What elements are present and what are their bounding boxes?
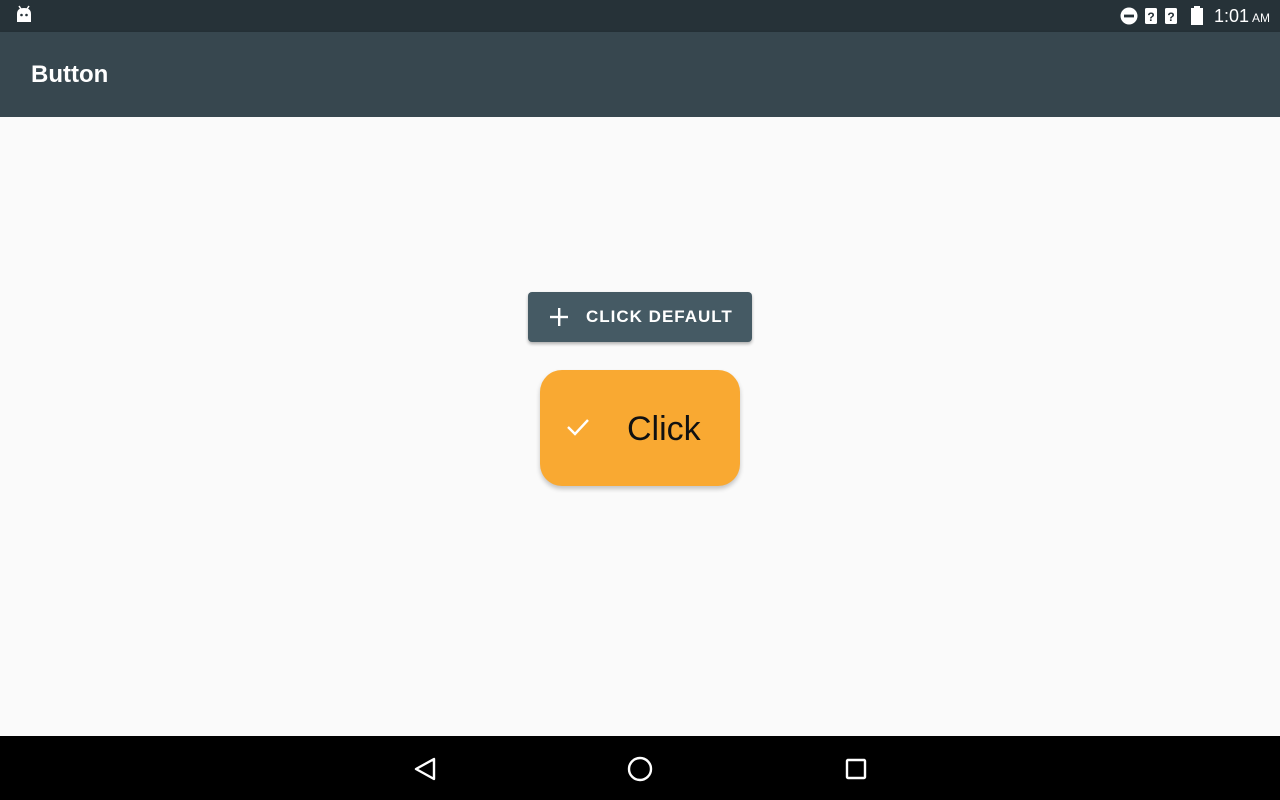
page-title: Button	[31, 61, 109, 88]
recents-icon[interactable]	[840, 753, 872, 785]
plus-icon	[548, 306, 570, 328]
click-default-button[interactable]: CLICK DEFAULT	[528, 292, 752, 342]
back-icon[interactable]	[409, 753, 441, 785]
check-icon	[566, 417, 590, 437]
do-not-disturb-icon	[1120, 7, 1138, 25]
home-icon[interactable]	[624, 753, 656, 785]
click-label: Click	[627, 410, 701, 448]
click-button[interactable]: Click	[540, 370, 740, 486]
svg-text:?: ?	[1147, 10, 1154, 24]
unknown-signal-icon: ?	[1164, 7, 1178, 25]
battery-icon	[1190, 6, 1204, 26]
navigation-bar	[0, 736, 1280, 800]
status-time: 1:01	[1213, 5, 1249, 26]
svg-text:?: ?	[1167, 10, 1174, 24]
status-icons: ? ? 1:01 AM	[1120, 0, 1270, 32]
unknown-signal-icon: ?	[1144, 7, 1158, 25]
android-debug-icon	[14, 5, 34, 25]
status-ampm: AM	[1252, 11, 1270, 25]
status-bar: ? ? 1:01 AM	[0, 0, 1280, 32]
click-default-label: CLICK DEFAULT	[586, 307, 733, 326]
app-bar: Button	[0, 32, 1280, 117]
